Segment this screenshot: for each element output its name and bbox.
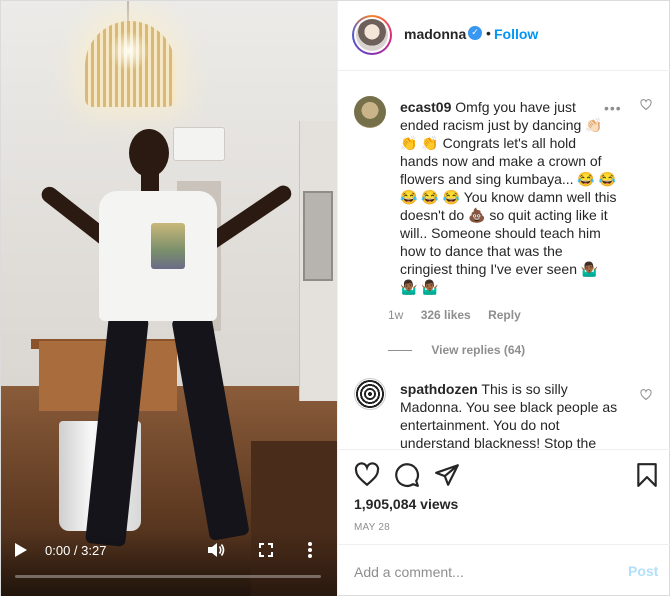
verified-icon: ✓ xyxy=(468,26,482,40)
heart-icon[interactable] xyxy=(640,99,652,111)
play-icon[interactable] xyxy=(15,543,27,557)
view-replies-label: View replies (64) xyxy=(431,343,526,357)
commenter-avatar[interactable] xyxy=(354,96,386,128)
bookmark-icon[interactable] xyxy=(634,462,660,488)
post-header: madonna ✓ • Follow xyxy=(338,1,670,71)
avatar-image xyxy=(356,19,388,51)
comment-time: 1w xyxy=(388,308,404,322)
heart-icon[interactable] xyxy=(354,462,380,488)
time-readout: 0:00 / 3:27 xyxy=(45,543,107,558)
dancer-head xyxy=(129,129,169,177)
post-actions: 1,905,084 views MAY 28 xyxy=(338,449,670,541)
view-replies-button[interactable]: View replies (64) xyxy=(388,343,525,357)
comment-input[interactable] xyxy=(354,561,604,583)
header-separator: • xyxy=(486,25,491,41)
replies-divider xyxy=(388,350,412,352)
comment-meta: 1w 326 likes Reply xyxy=(388,308,535,322)
comment-body: spathdozen This is so silly Madonna. You… xyxy=(400,380,618,449)
post-panel: madonna ✓ • Follow ˇ ecast09 Omfg you ha… xyxy=(337,1,670,596)
follow-button[interactable]: Follow xyxy=(494,26,538,42)
comment-text: Omfg you have just ended racism just by … xyxy=(400,99,617,295)
post-date[interactable]: MAY 28 xyxy=(354,522,390,533)
lamp-cord xyxy=(127,1,129,23)
shirt-graphic xyxy=(151,223,185,269)
comment-username[interactable]: ecast09 xyxy=(400,99,451,115)
heart-icon[interactable] xyxy=(640,389,652,401)
add-comment-bar: Post xyxy=(338,544,670,596)
volume-icon[interactable] xyxy=(207,541,225,559)
video-controls xyxy=(1,531,337,596)
comment-icon[interactable] xyxy=(394,462,420,488)
comments-list[interactable]: ˇ ecast09 Omfg you have just ended racis… xyxy=(338,72,670,449)
share-icon[interactable] xyxy=(434,462,460,488)
oven xyxy=(303,191,333,281)
fullscreen-icon[interactable] xyxy=(259,543,273,557)
lamp-glow xyxy=(109,31,149,71)
avatar[interactable] xyxy=(352,15,392,55)
scroll-mark: ˇ xyxy=(482,72,485,77)
view-count[interactable]: 1,905,084 views xyxy=(354,496,458,512)
comment-body: ecast09 Omfg you have just ended racism … xyxy=(400,98,618,296)
commenter-avatar[interactable] xyxy=(354,378,386,410)
post-button[interactable]: Post xyxy=(628,563,658,579)
header-username[interactable]: madonna xyxy=(404,26,466,42)
post-window: 0:00 / 3:27 madonna ✓ • Follow ecast09 O… xyxy=(0,0,670,596)
air-conditioner xyxy=(173,127,225,161)
avatar-frame xyxy=(354,17,390,53)
more-vertical-icon[interactable] xyxy=(307,541,313,559)
reply-button[interactable]: Reply xyxy=(488,308,521,322)
more-horizontal-icon[interactable]: ••• xyxy=(604,100,622,116)
video-player[interactable]: 0:00 / 3:27 xyxy=(1,1,337,596)
progress-bar[interactable] xyxy=(15,575,321,578)
comment-likes[interactable]: 326 likes xyxy=(421,308,471,322)
comment-username[interactable]: spathdozen xyxy=(400,381,478,397)
